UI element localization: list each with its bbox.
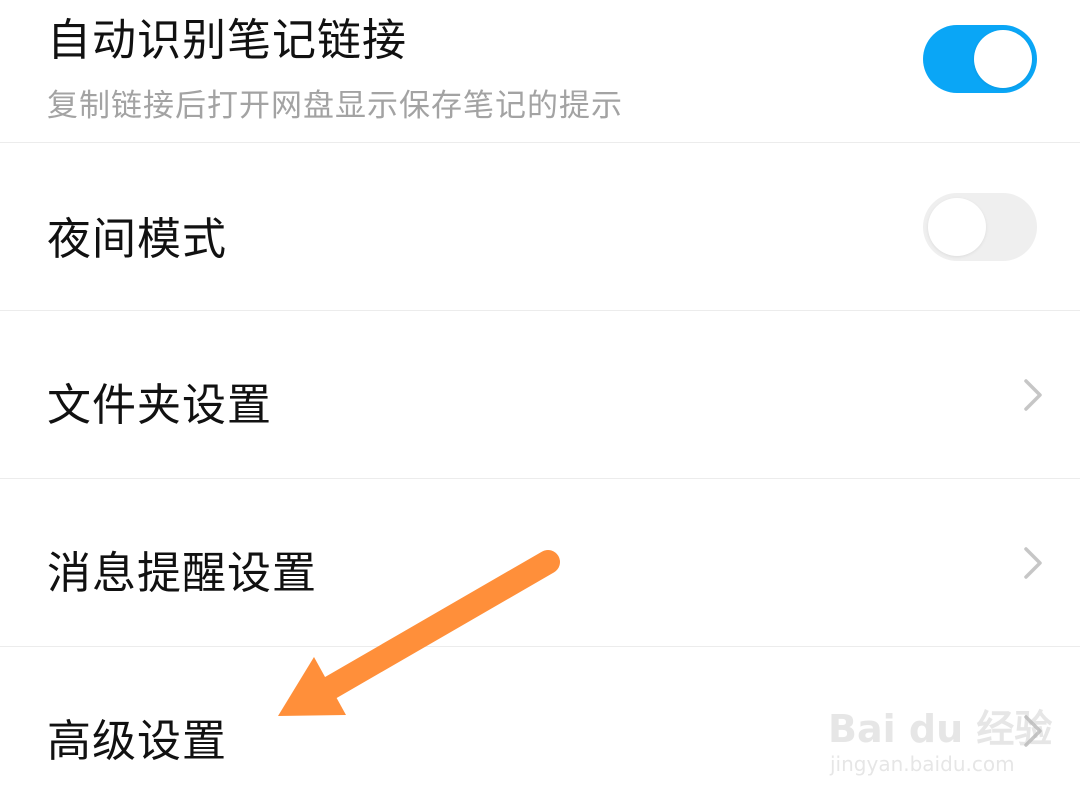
auto-detect-toggle[interactable] [923, 25, 1037, 93]
watermark-brand: Bai du 经验 [828, 707, 1053, 751]
baidu-watermark: Bai du 经验 jingyan.baidu.com [828, 690, 1052, 790]
chevron-right-icon [1024, 379, 1042, 411]
setting-row-night-mode[interactable]: 夜间模式 [0, 143, 1080, 310]
toggle-knob [928, 198, 986, 256]
setting-row-folder-settings[interactable]: 文件夹设置 [0, 311, 1080, 478]
chevron-right-icon [1024, 547, 1042, 579]
toggle-knob [974, 30, 1032, 88]
setting-label: 自动识别笔记链接 [47, 15, 407, 66]
setting-row-auto-detect-note-links[interactable]: 自动识别笔记链接 复制链接后打开网盘显示保存笔记的提示 [0, 0, 1080, 142]
setting-label: 文件夹设置 [47, 380, 272, 431]
night-mode-toggle[interactable] [923, 193, 1037, 261]
setting-row-message-reminder[interactable]: 消息提醒设置 [0, 479, 1080, 646]
setting-label: 消息提醒设置 [47, 548, 317, 599]
setting-label: 高级设置 [47, 716, 227, 767]
setting-label: 夜间模式 [47, 214, 227, 265]
settings-screen: 自动识别笔记链接 复制链接后打开网盘显示保存笔记的提示 夜间模式 文件夹设置 消… [0, 0, 1080, 808]
setting-description: 复制链接后打开网盘显示保存笔记的提示 [47, 88, 623, 124]
watermark-url: jingyan.baidu.com [830, 752, 1015, 776]
